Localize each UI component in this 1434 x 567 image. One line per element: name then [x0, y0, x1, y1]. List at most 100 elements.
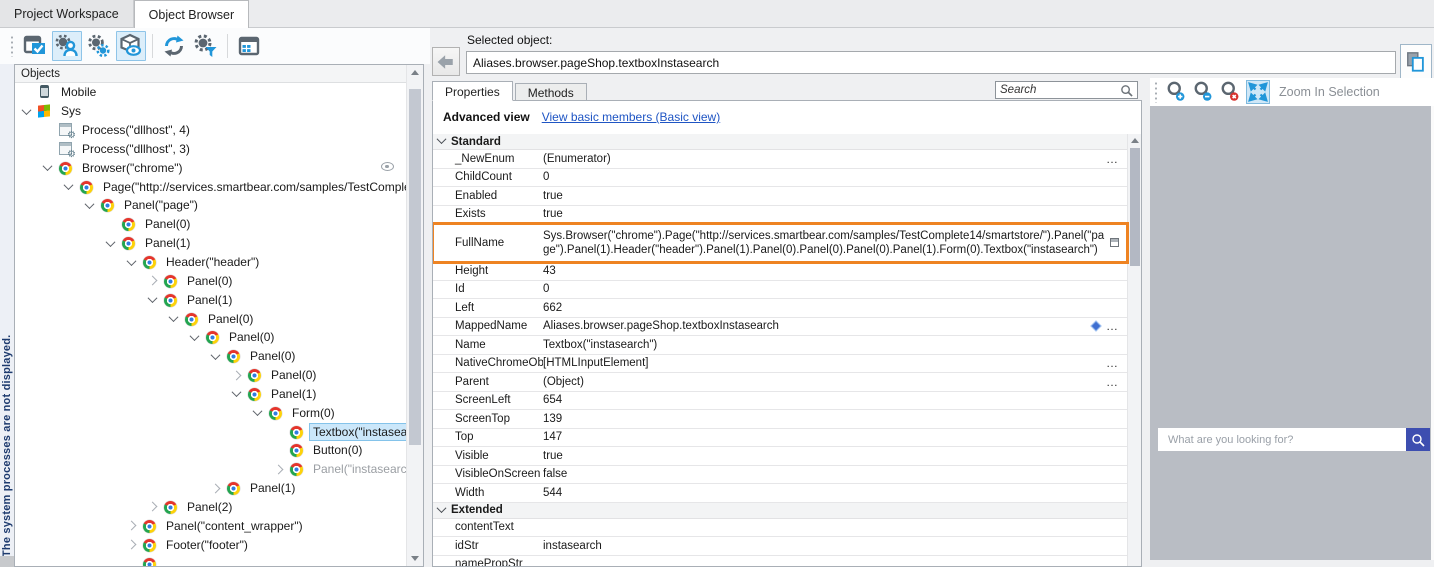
expanded-chevron-icon[interactable] — [169, 312, 179, 322]
tree-item[interactable]: Panel(0) — [15, 366, 406, 385]
ellipsis-button[interactable]: … — [1106, 356, 1119, 370]
expanded-chevron-icon[interactable] — [127, 256, 137, 266]
copy-button[interactable] — [1400, 44, 1432, 79]
tree-scrollbar[interactable] — [406, 65, 423, 566]
property-row[interactable]: MappedNameAliases.browser.pageShop.textb… — [433, 318, 1127, 337]
tree-item[interactable]: Panel(0) — [15, 347, 406, 366]
property-section-header[interactable]: Extended — [433, 503, 1127, 519]
property-row[interactable]: namePropStr — [433, 556, 1127, 567]
tree-item[interactable]: Mobile — [15, 83, 406, 102]
zoom-out-icon[interactable] — [1192, 80, 1216, 104]
property-row[interactable]: _NewEnum(Enumerator)… — [433, 150, 1127, 169]
tree-item[interactable]: Panel(0) — [15, 328, 406, 347]
tab-object-browser[interactable]: Object Browser — [134, 0, 249, 28]
cube-eye-icon[interactable] — [116, 31, 146, 61]
collapsed-chevron-icon[interactable] — [148, 502, 158, 512]
property-row[interactable]: Height43 — [433, 262, 1127, 281]
tab-methods[interactable]: Methods — [515, 83, 587, 101]
tree-item[interactable]: Panel("instasearch_drop" — [15, 460, 406, 479]
collapsed-chevron-icon[interactable] — [148, 276, 158, 286]
toolbar-grip[interactable] — [1154, 81, 1158, 103]
property-row[interactable]: idStrinstasearch — [433, 537, 1127, 556]
expanded-chevron-icon[interactable] — [232, 388, 242, 398]
tree-item[interactable]: Button(0) — [15, 441, 406, 460]
tree-item[interactable]: Panel(2) — [15, 498, 406, 517]
property-row[interactable]: Existstrue — [433, 206, 1127, 225]
tree-item[interactable]: Panel("page") — [15, 196, 406, 215]
expanded-chevron-icon[interactable] — [148, 293, 158, 303]
basic-view-link[interactable]: View basic members (Basic view) — [542, 110, 721, 124]
scroll-up-icon[interactable] — [407, 65, 423, 80]
tree-item[interactable]: Panel(1) — [15, 479, 406, 498]
gear-filter-icon[interactable] — [191, 31, 221, 61]
expanded-chevron-icon[interactable] — [85, 199, 95, 209]
toolbar-grip[interactable] — [10, 35, 14, 57]
expanded-chevron-icon[interactable] — [211, 350, 221, 360]
tree-item[interactable]: Process("dllhost", 3) — [15, 140, 406, 159]
property-row[interactable]: ScreenTop139 — [433, 410, 1127, 429]
expanded-chevron-icon[interactable] — [22, 105, 32, 115]
expanded-chevron-icon[interactable] — [253, 406, 263, 416]
expand-value-icon[interactable] — [1110, 238, 1119, 247]
property-section-header[interactable]: Standard — [433, 134, 1127, 150]
zoom-reset-icon[interactable] — [1219, 80, 1243, 104]
property-row[interactable]: Parent(Object)… — [433, 373, 1127, 392]
tree-item[interactable]: Page("http://services.smartbear.com/samp… — [15, 177, 406, 196]
window-check-icon[interactable] — [20, 31, 50, 61]
scroll-up-icon[interactable] — [1128, 134, 1141, 147]
back-button[interactable] — [432, 47, 460, 76]
eye-icon[interactable] — [381, 162, 394, 171]
tree-item[interactable]: Panel(0) — [15, 271, 406, 290]
property-row[interactable]: VisibleOnScreenfalse — [433, 466, 1127, 485]
tree-item[interactable]: Panel(0) — [15, 215, 406, 234]
ellipsis-button[interactable]: … — [1106, 375, 1119, 389]
tree-item[interactable]: Process("dllhost", 4) — [15, 121, 406, 140]
expanded-chevron-icon[interactable] — [64, 180, 74, 190]
property-row[interactable]: ChildCount0 — [433, 169, 1127, 188]
collapsed-chevron-icon[interactable] — [211, 483, 221, 493]
properties-scrollbar[interactable] — [1127, 134, 1141, 566]
tree-item[interactable]: Form(0) — [15, 403, 406, 422]
scroll-down-icon[interactable] — [407, 551, 423, 566]
gear-person-icon[interactable] — [52, 31, 82, 61]
expanded-chevron-icon[interactable] — [106, 237, 116, 247]
expanded-chevron-icon[interactable] — [43, 161, 53, 171]
tree-item[interactable]: Footer("footer") — [15, 535, 406, 554]
fit-selection-icon[interactable] — [1246, 80, 1270, 104]
tab-project-workspace[interactable]: Project Workspace — [0, 0, 134, 27]
collapsed-chevron-icon[interactable] — [127, 521, 137, 531]
preview-search-button[interactable] — [1406, 428, 1430, 451]
tree-item[interactable]: Textbox("instasearch") — [15, 422, 406, 441]
zoom-in-icon[interactable] — [1165, 80, 1189, 104]
property-row[interactable]: NativeChromeObject[HTMLInputElement]… — [433, 355, 1127, 374]
preview-search-input[interactable]: What are you looking for? — [1158, 428, 1406, 451]
property-row[interactable]: ScreenLeft654 — [433, 392, 1127, 411]
dock-window-icon[interactable] — [234, 31, 264, 61]
property-row[interactable]: Visibletrue — [433, 447, 1127, 466]
tree-item[interactable]: Header("header") — [15, 253, 406, 272]
tree-item[interactable]: Panel(0) — [15, 309, 406, 328]
property-row[interactable]: Enabledtrue — [433, 187, 1127, 206]
tree-item[interactable]: Panel(1) — [15, 234, 406, 253]
properties-scrollbar-thumb[interactable] — [1130, 148, 1140, 266]
ellipsis-button[interactable]: … — [1106, 319, 1119, 333]
property-row[interactable]: NameTextbox("instasearch") — [433, 336, 1127, 355]
property-row[interactable]: Left662 — [433, 299, 1127, 318]
collapsed-chevron-icon[interactable] — [274, 464, 284, 474]
tree-item[interactable]: Panel("content_wrapper") — [15, 516, 406, 535]
property-row[interactable]: FullNameSys.Browser("chrome").Page("http… — [433, 224, 1127, 262]
property-row[interactable]: Top147 — [433, 429, 1127, 448]
tree-item[interactable]: Panel(1) — [15, 385, 406, 404]
property-row[interactable]: Width544 — [433, 484, 1127, 503]
ellipsis-button[interactable]: … — [1106, 152, 1119, 166]
tree-item[interactable] — [15, 554, 406, 566]
mapped-name-diamond-icon[interactable] — [1090, 321, 1101, 332]
member-search-box[interactable]: Search — [995, 81, 1138, 99]
tree-item[interactable]: Browser("chrome") — [15, 158, 406, 177]
expanded-chevron-icon[interactable] — [190, 331, 200, 341]
collapsed-chevron-icon[interactable] — [127, 540, 137, 550]
selected-object-input[interactable]: Aliases.browser.pageShop.textboxInstasea… — [466, 51, 1396, 74]
tree-item[interactable]: Sys — [15, 102, 406, 121]
property-row[interactable]: contentText — [433, 519, 1127, 538]
objects-tree-header[interactable]: Objects — [15, 65, 423, 83]
